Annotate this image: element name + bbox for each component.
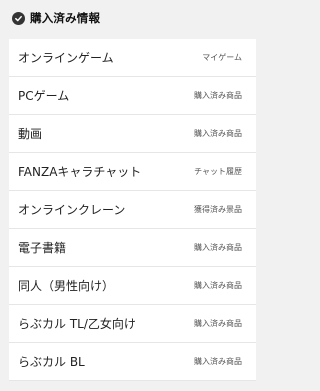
menu-item-label: らぶカル BL [18, 355, 85, 369]
menu-item-video[interactable]: 動画 購入済み商品 [9, 115, 256, 153]
menu-item-label: 同人（男性向け） [18, 279, 115, 293]
menu-item-pc-game[interactable]: PCゲーム 購入済み商品 [9, 77, 256, 115]
menu-item-sublabel: 購入済み商品 [194, 243, 242, 252]
menu-item-label: PCゲーム [18, 89, 70, 103]
menu-item-ebook[interactable]: 電子書籍 購入済み商品 [9, 229, 256, 267]
menu-item-sublabel: チャット履歴 [194, 167, 242, 176]
menu-item-label: 電子書籍 [18, 241, 67, 255]
check-circle-icon [12, 11, 25, 25]
menu-item-sublabel: 購入済み商品 [194, 129, 242, 138]
menu-item-doujin-male[interactable]: 同人（男性向け） 購入済み商品 [9, 267, 256, 305]
menu-item-sublabel: 購入済み商品 [194, 319, 242, 328]
menu-item-online-crane[interactable]: オンラインクレーン 獲得済み景品 [9, 191, 256, 229]
menu-item-sublabel: 購入済み商品 [194, 281, 242, 290]
menu-item-label: らぶカル TL/乙女向け [18, 317, 136, 331]
menu-item-sublabel: 購入済み商品 [194, 91, 242, 100]
menu-item-sublabel: 購入済み商品 [194, 357, 242, 366]
menu-item-lovecul-bl[interactable]: らぶカル BL 購入済み商品 [9, 343, 256, 381]
menu-item-label: オンラインクレーン [18, 203, 126, 217]
menu-item-label: オンラインゲーム [18, 51, 114, 65]
menu-item-lovecul-tl[interactable]: らぶカル TL/乙女向け 購入済み商品 [9, 305, 256, 343]
menu-item-sublabel: 獲得済み景品 [194, 205, 242, 214]
menu-item-chara-chat[interactable]: FANZAキャラチャット チャット履歴 [9, 153, 256, 191]
section-title: 購入済み情報 [30, 11, 101, 25]
menu-item-label: FANZAキャラチャット [18, 165, 142, 179]
menu-item-label: 動画 [18, 127, 43, 141]
purchased-menu: オンラインゲーム マイゲーム PCゲーム 購入済み商品 動画 購入済み商品 FA… [9, 39, 256, 381]
section-header: 購入済み情報 [0, 0, 256, 36]
menu-item-online-game[interactable]: オンラインゲーム マイゲーム [9, 39, 256, 77]
menu-item-sublabel: マイゲーム [202, 53, 242, 62]
